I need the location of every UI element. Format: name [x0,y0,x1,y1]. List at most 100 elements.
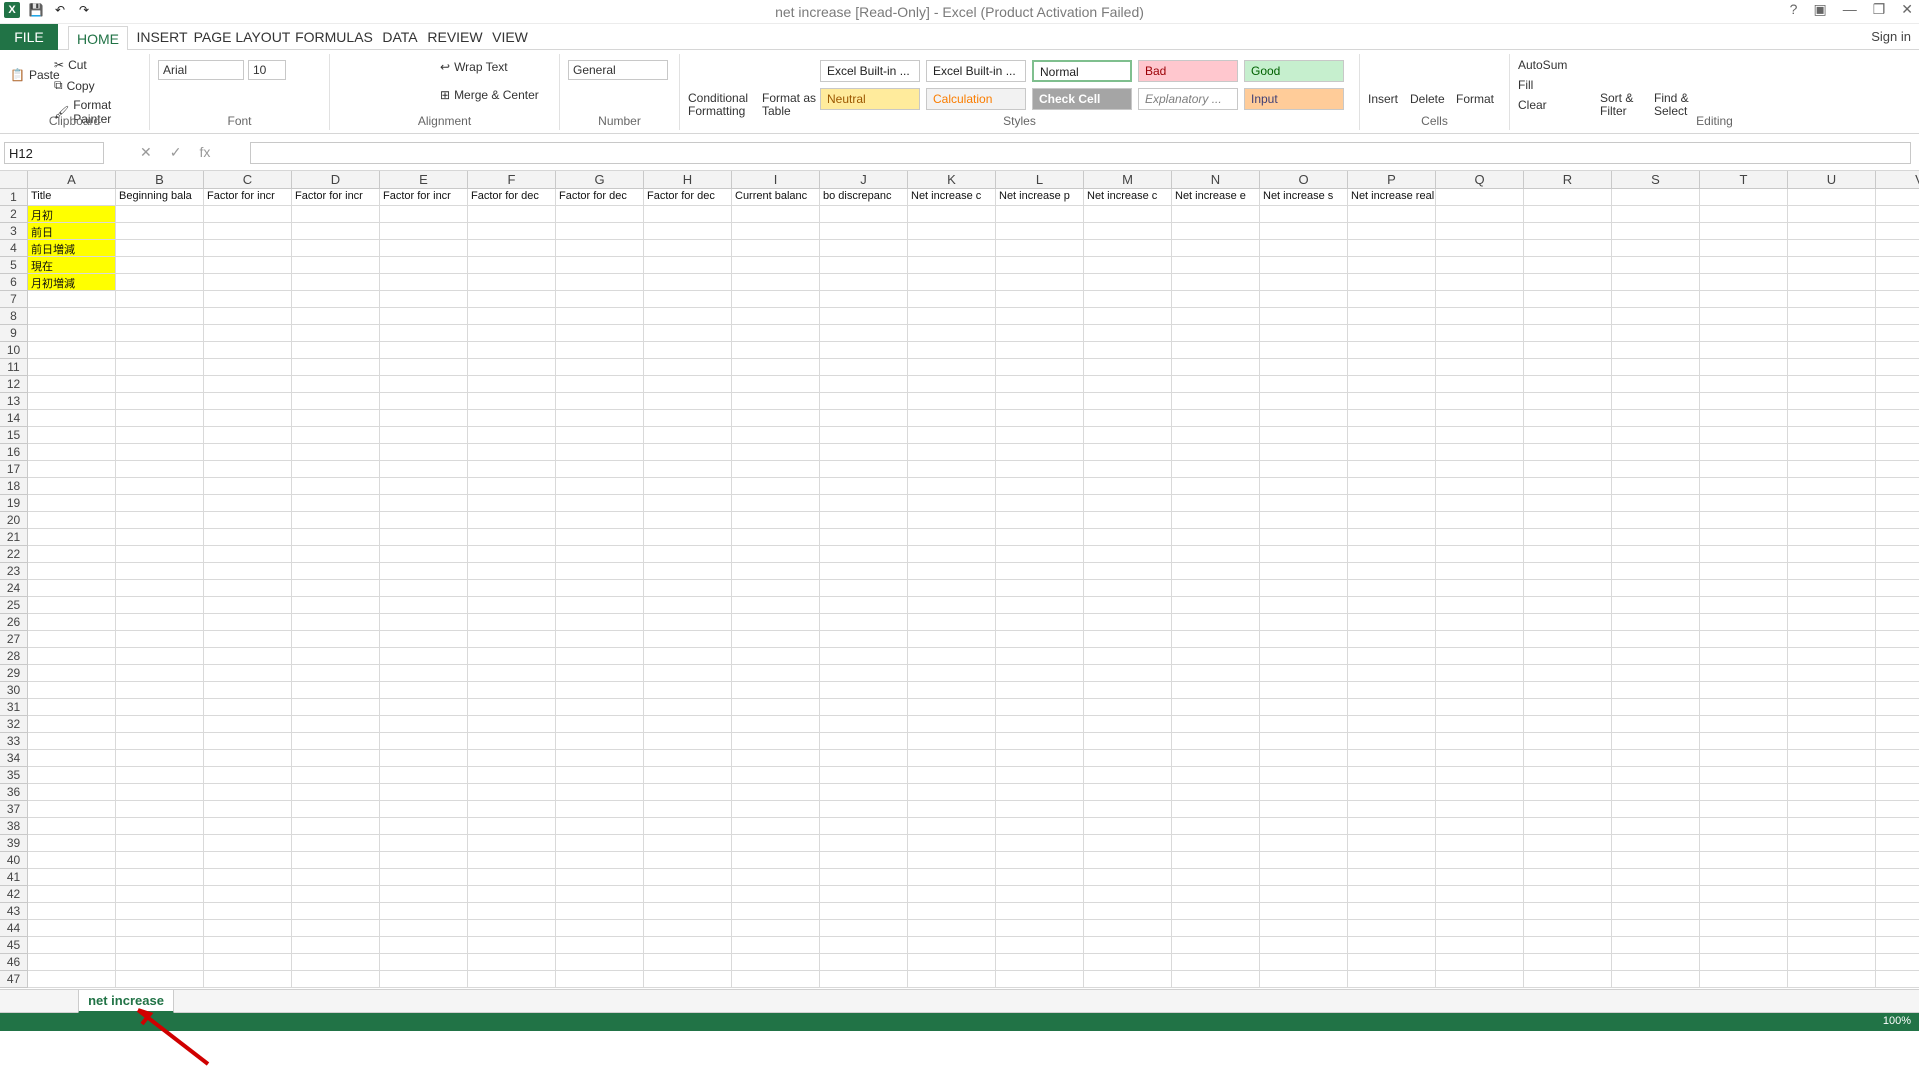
cell-r5[interactable] [1524,257,1612,274]
column-header-q[interactable]: Q [1436,171,1524,189]
cell-c47[interactable] [204,971,292,988]
column-header-u[interactable]: U [1788,171,1876,189]
cell-o40[interactable] [1260,852,1348,869]
cell-q11[interactable] [1436,359,1524,376]
cell-e18[interactable] [380,478,468,495]
cell-c13[interactable] [204,393,292,410]
cell-o44[interactable] [1260,920,1348,937]
cell-k29[interactable] [908,665,996,682]
cell-v16[interactable] [1876,444,1919,461]
cell-q44[interactable] [1436,920,1524,937]
cell-r3[interactable] [1524,223,1612,240]
cell-m40[interactable] [1084,852,1172,869]
cell-p21[interactable] [1348,529,1436,546]
cell-q12[interactable] [1436,376,1524,393]
cell-i34[interactable] [732,750,820,767]
cell-q8[interactable] [1436,308,1524,325]
cell-l9[interactable] [996,325,1084,342]
cell-v17[interactable] [1876,461,1919,478]
cell-g29[interactable] [556,665,644,682]
cell-j25[interactable] [820,597,908,614]
cell-k38[interactable] [908,818,996,835]
cell-h2[interactable] [644,206,732,223]
cell-c29[interactable] [204,665,292,682]
cell-l6[interactable] [996,274,1084,291]
cell-q43[interactable] [1436,903,1524,920]
cell-d44[interactable] [292,920,380,937]
row-header-38[interactable]: 38 [0,818,28,835]
row-header-17[interactable]: 17 [0,461,28,478]
cell-n30[interactable] [1172,682,1260,699]
cell-n15[interactable] [1172,427,1260,444]
cell-s25[interactable] [1612,597,1700,614]
cell-q9[interactable] [1436,325,1524,342]
cell-t9[interactable] [1700,325,1788,342]
cell-c4[interactable] [204,240,292,257]
cell-o26[interactable] [1260,614,1348,631]
cell-i2[interactable] [732,206,820,223]
cell-h17[interactable] [644,461,732,478]
cell-d2[interactable] [292,206,380,223]
cell-c36[interactable] [204,784,292,801]
cell-s2[interactable] [1612,206,1700,223]
cell-f4[interactable] [468,240,556,257]
cell-n47[interactable] [1172,971,1260,988]
cell-d39[interactable] [292,835,380,852]
cell-p11[interactable] [1348,359,1436,376]
cell-o14[interactable] [1260,410,1348,427]
cell-e45[interactable] [380,937,468,954]
cell-u37[interactable] [1788,801,1876,818]
cell-o19[interactable] [1260,495,1348,512]
cell-u22[interactable] [1788,546,1876,563]
cell-t29[interactable] [1700,665,1788,682]
cell-f44[interactable] [468,920,556,937]
cell-o43[interactable] [1260,903,1348,920]
cell-i35[interactable] [732,767,820,784]
cell-k33[interactable] [908,733,996,750]
cell-v11[interactable] [1876,359,1919,376]
cell-e4[interactable] [380,240,468,257]
cell-h42[interactable] [644,886,732,903]
cell-p15[interactable] [1348,427,1436,444]
cell-h4[interactable] [644,240,732,257]
cell-k25[interactable] [908,597,996,614]
cell-a3[interactable]: 前日 [28,223,116,240]
cell-s47[interactable] [1612,971,1700,988]
cell-g14[interactable] [556,410,644,427]
cell-n17[interactable] [1172,461,1260,478]
cell-a24[interactable] [28,580,116,597]
cell-t19[interactable] [1700,495,1788,512]
cell-r11[interactable] [1524,359,1612,376]
cell-f29[interactable] [468,665,556,682]
cell-b3[interactable] [116,223,204,240]
cell-r34[interactable] [1524,750,1612,767]
cell-l27[interactable] [996,631,1084,648]
cell-c14[interactable] [204,410,292,427]
cell-b31[interactable] [116,699,204,716]
cell-j2[interactable] [820,206,908,223]
cell-f43[interactable] [468,903,556,920]
cell-p8[interactable] [1348,308,1436,325]
cell-t17[interactable] [1700,461,1788,478]
cell-i33[interactable] [732,733,820,750]
cell-o23[interactable] [1260,563,1348,580]
row-header-47[interactable]: 47 [0,971,28,988]
cell-k15[interactable] [908,427,996,444]
cell-d46[interactable] [292,954,380,971]
cell-a9[interactable] [28,325,116,342]
cell-i22[interactable] [732,546,820,563]
cell-l19[interactable] [996,495,1084,512]
cell-m47[interactable] [1084,971,1172,988]
cell-o45[interactable] [1260,937,1348,954]
cell-h8[interactable] [644,308,732,325]
cell-e9[interactable] [380,325,468,342]
cell-m32[interactable] [1084,716,1172,733]
cell-b4[interactable] [116,240,204,257]
sheet-tab-net-increase[interactable]: net increase [78,990,174,1014]
cell-u17[interactable] [1788,461,1876,478]
cell-g22[interactable] [556,546,644,563]
cell-p6[interactable] [1348,274,1436,291]
cell-a42[interactable] [28,886,116,903]
cell-m3[interactable] [1084,223,1172,240]
cell-h37[interactable] [644,801,732,818]
